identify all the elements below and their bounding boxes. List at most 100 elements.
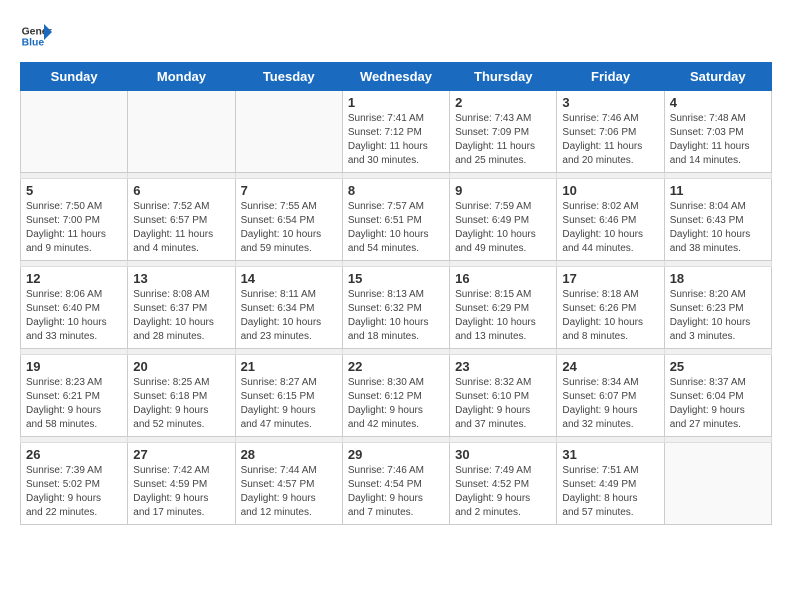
day-number: 10	[562, 183, 658, 198]
day-info: Sunrise: 8:32 AM Sunset: 6:10 PM Dayligh…	[455, 376, 551, 432]
day-cell: 10 Sunrise: 8:02 AM Sunset: 6:46 PM Dayli…	[557, 179, 664, 261]
day-cell: 14 Sunrise: 8:11 AM Sunset: 6:34 PM Dayli…	[235, 267, 342, 349]
weekday-header-thursday: Thursday	[450, 63, 557, 91]
week-row-2: 5 Sunrise: 7:50 AM Sunset: 7:00 PM Daylig…	[21, 179, 772, 261]
day-cell: 31 Sunrise: 7:51 AM Sunset: 4:49 PM Dayli…	[557, 443, 664, 525]
day-info: Sunrise: 8:11 AM Sunset: 6:34 PM Dayligh…	[241, 288, 337, 344]
day-info: Sunrise: 8:34 AM Sunset: 6:07 PM Dayligh…	[562, 376, 658, 432]
day-info: Sunrise: 7:43 AM Sunset: 7:09 PM Dayligh…	[455, 112, 551, 168]
day-info: Sunrise: 7:39 AM Sunset: 5:02 PM Dayligh…	[26, 464, 122, 520]
day-number: 19	[26, 359, 122, 374]
day-info: Sunrise: 8:02 AM Sunset: 6:46 PM Dayligh…	[562, 200, 658, 256]
day-info: Sunrise: 7:51 AM Sunset: 4:49 PM Dayligh…	[562, 464, 658, 520]
day-cell: 1Sunrise: 7:41 AM Sunset: 7:12 PM Daylig…	[342, 91, 449, 173]
day-cell	[235, 91, 342, 173]
day-info: Sunrise: 7:41 AM Sunset: 7:12 PM Dayligh…	[348, 112, 444, 168]
day-number: 7	[241, 183, 337, 198]
day-info: Sunrise: 8:18 AM Sunset: 6:26 PM Dayligh…	[562, 288, 658, 344]
day-info: Sunrise: 8:27 AM Sunset: 6:15 PM Dayligh…	[241, 376, 337, 432]
day-info: Sunrise: 8:15 AM Sunset: 6:29 PM Dayligh…	[455, 288, 551, 344]
day-info: Sunrise: 8:25 AM Sunset: 6:18 PM Dayligh…	[133, 376, 229, 432]
logo: General Blue	[20, 20, 52, 52]
day-cell: 30 Sunrise: 7:49 AM Sunset: 4:52 PM Dayli…	[450, 443, 557, 525]
day-cell: 17 Sunrise: 8:18 AM Sunset: 6:26 PM Dayli…	[557, 267, 664, 349]
day-cell: 5 Sunrise: 7:50 AM Sunset: 7:00 PM Daylig…	[21, 179, 128, 261]
day-number: 11	[670, 183, 766, 198]
day-number: 22	[348, 359, 444, 374]
day-cell: 15Sunrise: 8:13 AM Sunset: 6:32 PM Dayli…	[342, 267, 449, 349]
week-row-4: 19 Sunrise: 8:23 AM Sunset: 6:21 PM Dayli…	[21, 355, 772, 437]
day-cell: 23 Sunrise: 8:32 AM Sunset: 6:10 PM Dayli…	[450, 355, 557, 437]
day-number: 21	[241, 359, 337, 374]
day-cell: 26Sunrise: 7:39 AM Sunset: 5:02 PM Dayli…	[21, 443, 128, 525]
day-cell: 4 Sunrise: 7:48 AM Sunset: 7:03 PM Daylig…	[664, 91, 771, 173]
day-cell: 16 Sunrise: 8:15 AM Sunset: 6:29 PM Dayli…	[450, 267, 557, 349]
day-number: 6	[133, 183, 229, 198]
day-info: Sunrise: 7:59 AM Sunset: 6:49 PM Dayligh…	[455, 200, 551, 256]
weekday-header-monday: Monday	[128, 63, 235, 91]
day-cell: 12 Sunrise: 8:06 AM Sunset: 6:40 PM Dayli…	[21, 267, 128, 349]
day-cell: 20 Sunrise: 8:25 AM Sunset: 6:18 PM Dayli…	[128, 355, 235, 437]
day-info: Sunrise: 7:46 AM Sunset: 7:06 PM Dayligh…	[562, 112, 658, 168]
weekday-header-sunday: Sunday	[21, 63, 128, 91]
weekday-header-row: SundayMondayTuesdayWednesdayThursdayFrid…	[21, 63, 772, 91]
day-number: 31	[562, 447, 658, 462]
day-cell: 11Sunrise: 8:04 AM Sunset: 6:43 PM Dayli…	[664, 179, 771, 261]
svg-text:Blue: Blue	[22, 38, 45, 49]
day-cell: 3 Sunrise: 7:46 AM Sunset: 7:06 PM Daylig…	[557, 91, 664, 173]
day-number: 17	[562, 271, 658, 286]
day-number: 20	[133, 359, 229, 374]
day-cell: 6 Sunrise: 7:52 AM Sunset: 6:57 PM Daylig…	[128, 179, 235, 261]
day-info: Sunrise: 7:49 AM Sunset: 4:52 PM Dayligh…	[455, 464, 551, 520]
day-info: Sunrise: 7:44 AM Sunset: 4:57 PM Dayligh…	[241, 464, 337, 520]
day-cell: 9 Sunrise: 7:59 AM Sunset: 6:49 PM Daylig…	[450, 179, 557, 261]
page-header: General Blue	[20, 20, 772, 52]
day-cell: 19 Sunrise: 8:23 AM Sunset: 6:21 PM Dayli…	[21, 355, 128, 437]
day-cell: 25 Sunrise: 8:37 AM Sunset: 6:04 PM Dayli…	[664, 355, 771, 437]
day-number: 14	[241, 271, 337, 286]
day-number: 12	[26, 271, 122, 286]
day-info: Sunrise: 7:46 AM Sunset: 4:54 PM Dayligh…	[348, 464, 444, 520]
day-info: Sunrise: 8:37 AM Sunset: 6:04 PM Dayligh…	[670, 376, 766, 432]
day-number: 13	[133, 271, 229, 286]
day-info: Sunrise: 7:48 AM Sunset: 7:03 PM Dayligh…	[670, 112, 766, 168]
week-row-3: 12 Sunrise: 8:06 AM Sunset: 6:40 PM Dayli…	[21, 267, 772, 349]
day-number: 18	[670, 271, 766, 286]
logo-icon: General Blue	[20, 20, 52, 52]
day-info: Sunrise: 8:20 AM Sunset: 6:23 PM Dayligh…	[670, 288, 766, 344]
day-number: 24	[562, 359, 658, 374]
day-number: 28	[241, 447, 337, 462]
day-cell	[128, 91, 235, 173]
day-number: 4	[670, 95, 766, 110]
day-info: Sunrise: 8:06 AM Sunset: 6:40 PM Dayligh…	[26, 288, 122, 344]
day-cell: 27 Sunrise: 7:42 AM Sunset: 4:59 PM Dayli…	[128, 443, 235, 525]
day-number: 3	[562, 95, 658, 110]
weekday-header-saturday: Saturday	[664, 63, 771, 91]
day-cell: 2Sunrise: 7:43 AM Sunset: 7:09 PM Daylig…	[450, 91, 557, 173]
day-number: 30	[455, 447, 551, 462]
week-row-5: 26Sunrise: 7:39 AM Sunset: 5:02 PM Dayli…	[21, 443, 772, 525]
weekday-header-tuesday: Tuesday	[235, 63, 342, 91]
day-cell: 29Sunrise: 7:46 AM Sunset: 4:54 PM Dayli…	[342, 443, 449, 525]
day-cell: 7Sunrise: 7:55 AM Sunset: 6:54 PM Daylig…	[235, 179, 342, 261]
day-cell: 28 Sunrise: 7:44 AM Sunset: 4:57 PM Dayli…	[235, 443, 342, 525]
day-cell: 22 Sunrise: 8:30 AM Sunset: 6:12 PM Dayli…	[342, 355, 449, 437]
day-number: 23	[455, 359, 551, 374]
day-number: 16	[455, 271, 551, 286]
day-number: 25	[670, 359, 766, 374]
week-row-1: 1Sunrise: 7:41 AM Sunset: 7:12 PM Daylig…	[21, 91, 772, 173]
day-cell	[21, 91, 128, 173]
day-info: Sunrise: 7:50 AM Sunset: 7:00 PM Dayligh…	[26, 200, 122, 256]
day-number: 27	[133, 447, 229, 462]
day-info: Sunrise: 8:23 AM Sunset: 6:21 PM Dayligh…	[26, 376, 122, 432]
day-info: Sunrise: 8:08 AM Sunset: 6:37 PM Dayligh…	[133, 288, 229, 344]
weekday-header-friday: Friday	[557, 63, 664, 91]
day-number: 5	[26, 183, 122, 198]
day-cell: 24 Sunrise: 8:34 AM Sunset: 6:07 PM Dayli…	[557, 355, 664, 437]
day-cell: 21 Sunrise: 8:27 AM Sunset: 6:15 PM Dayli…	[235, 355, 342, 437]
day-info: Sunrise: 7:52 AM Sunset: 6:57 PM Dayligh…	[133, 200, 229, 256]
day-info: Sunrise: 7:42 AM Sunset: 4:59 PM Dayligh…	[133, 464, 229, 520]
day-number: 9	[455, 183, 551, 198]
day-info: Sunrise: 8:30 AM Sunset: 6:12 PM Dayligh…	[348, 376, 444, 432]
weekday-header-wednesday: Wednesday	[342, 63, 449, 91]
